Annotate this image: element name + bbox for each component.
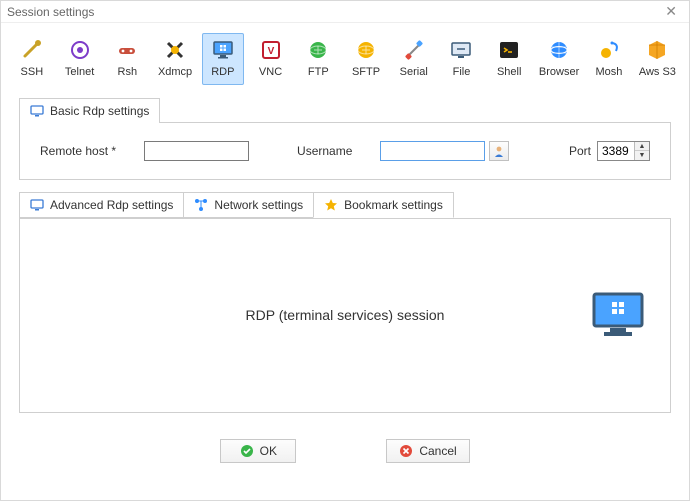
monitor-icon	[30, 105, 44, 117]
protocol-vnc-button[interactable]: V VNC	[250, 33, 292, 85]
sub-tabs: Advanced Rdp settings Network settings B…	[19, 192, 671, 218]
star-icon	[324, 198, 338, 212]
port-down-icon[interactable]: ▼	[635, 151, 649, 160]
protocol-ssh-button[interactable]: SSH	[11, 33, 53, 85]
svg-text:V: V	[267, 46, 274, 57]
monitor-icon	[30, 199, 44, 211]
ftp-icon	[306, 38, 330, 62]
username-input[interactable]	[380, 141, 485, 161]
protocol-browser-button[interactable]: Browser	[536, 33, 582, 85]
port-up-icon[interactable]: ▲	[635, 142, 649, 151]
protocol-label: SSH	[21, 66, 44, 78]
protocol-label: Shell	[497, 66, 521, 78]
ok-icon	[240, 444, 254, 458]
close-icon[interactable]: ✕	[659, 3, 683, 20]
protocol-shell-button[interactable]: Shell	[488, 33, 530, 85]
cancel-icon	[399, 444, 413, 458]
telnet-icon	[68, 38, 92, 62]
protocol-label: RDP	[211, 66, 234, 78]
rsh-icon	[115, 38, 139, 62]
tab-advanced-label: Advanced Rdp settings	[50, 198, 173, 212]
dialog-buttons: OK Cancel	[1, 439, 689, 463]
window-title: Session settings	[7, 5, 94, 19]
username-label: Username	[297, 144, 352, 158]
tab-network-settings[interactable]: Network settings	[183, 192, 314, 218]
file-icon	[449, 38, 473, 62]
protocol-label: Rsh	[118, 66, 138, 78]
protocol-label: Serial	[400, 66, 428, 78]
protocol-file-button[interactable]: File	[441, 33, 483, 85]
protocol-label: FTP	[308, 66, 329, 78]
protocol-telnet-button[interactable]: Telnet	[59, 33, 101, 85]
ok-label: OK	[260, 444, 277, 458]
shell-icon	[497, 38, 521, 62]
network-icon	[194, 198, 208, 212]
protocol-label: VNC	[259, 66, 282, 78]
protocol-label: SFTP	[352, 66, 380, 78]
protocol-label: File	[453, 66, 471, 78]
titlebar: Session settings ✕	[1, 1, 689, 23]
protocol-xdmcp-button[interactable]: Xdmcp	[154, 33, 196, 85]
awss3-icon	[645, 38, 669, 62]
port-spinner[interactable]: ▲ ▼	[597, 141, 650, 161]
ssh-icon	[20, 38, 44, 62]
protocol-rdp-button[interactable]: RDP	[202, 33, 244, 85]
serial-icon	[402, 38, 426, 62]
protocol-mosh-button[interactable]: Mosh	[588, 33, 630, 85]
vnc-icon: V	[259, 38, 283, 62]
remote-host-label: Remote host *	[40, 144, 116, 158]
sftp-icon	[354, 38, 378, 62]
tab-advanced-rdp[interactable]: Advanced Rdp settings	[19, 192, 184, 218]
user-picker-button[interactable]	[489, 141, 509, 161]
session-description: RDP (terminal services) session	[246, 307, 445, 323]
rdp-hero-icon	[590, 290, 646, 340]
tab-basic-rdp[interactable]: Basic Rdp settings	[19, 98, 160, 123]
protocol-sftp-button[interactable]: SFTP	[345, 33, 387, 85]
session-settings-window: Session settings ✕ SSH Telnet Rsh Xdmcp RDP V…	[0, 0, 690, 501]
basic-settings-group: Basic Rdp settings Remote host * Usernam…	[19, 97, 671, 180]
protocol-label: Telnet	[65, 66, 94, 78]
cancel-label: Cancel	[419, 444, 456, 458]
protocol-label: Browser	[539, 66, 579, 78]
protocol-label: Xdmcp	[158, 66, 192, 78]
protocol-awss3-button[interactable]: Aws S3	[636, 33, 679, 85]
protocol-label: Mosh	[595, 66, 622, 78]
protocol-rsh-button[interactable]: Rsh	[106, 33, 148, 85]
tab-network-label: Network settings	[214, 198, 303, 212]
protocol-label: Aws S3	[639, 66, 676, 78]
cancel-button[interactable]: Cancel	[386, 439, 469, 463]
session-description-panel: RDP (terminal services) session	[19, 218, 671, 413]
protocol-toolbar: SSH Telnet Rsh Xdmcp RDP V VNC FTP SFTP Serial Fil…	[1, 23, 689, 91]
protocol-serial-button[interactable]: Serial	[393, 33, 435, 85]
rdp-icon	[211, 38, 235, 62]
protocol-ftp-button[interactable]: FTP	[297, 33, 339, 85]
port-input[interactable]	[598, 142, 634, 160]
tab-basic-label: Basic Rdp settings	[50, 104, 149, 118]
tab-bookmark-settings[interactable]: Bookmark settings	[313, 192, 454, 218]
xdmcp-icon	[163, 38, 187, 62]
port-label: Port	[569, 144, 591, 158]
remote-host-input[interactable]	[144, 141, 249, 161]
browser-icon	[547, 38, 571, 62]
mosh-icon	[597, 38, 621, 62]
tab-bookmark-label: Bookmark settings	[344, 198, 443, 212]
ok-button[interactable]: OK	[220, 439, 296, 463]
user-icon	[492, 144, 506, 158]
